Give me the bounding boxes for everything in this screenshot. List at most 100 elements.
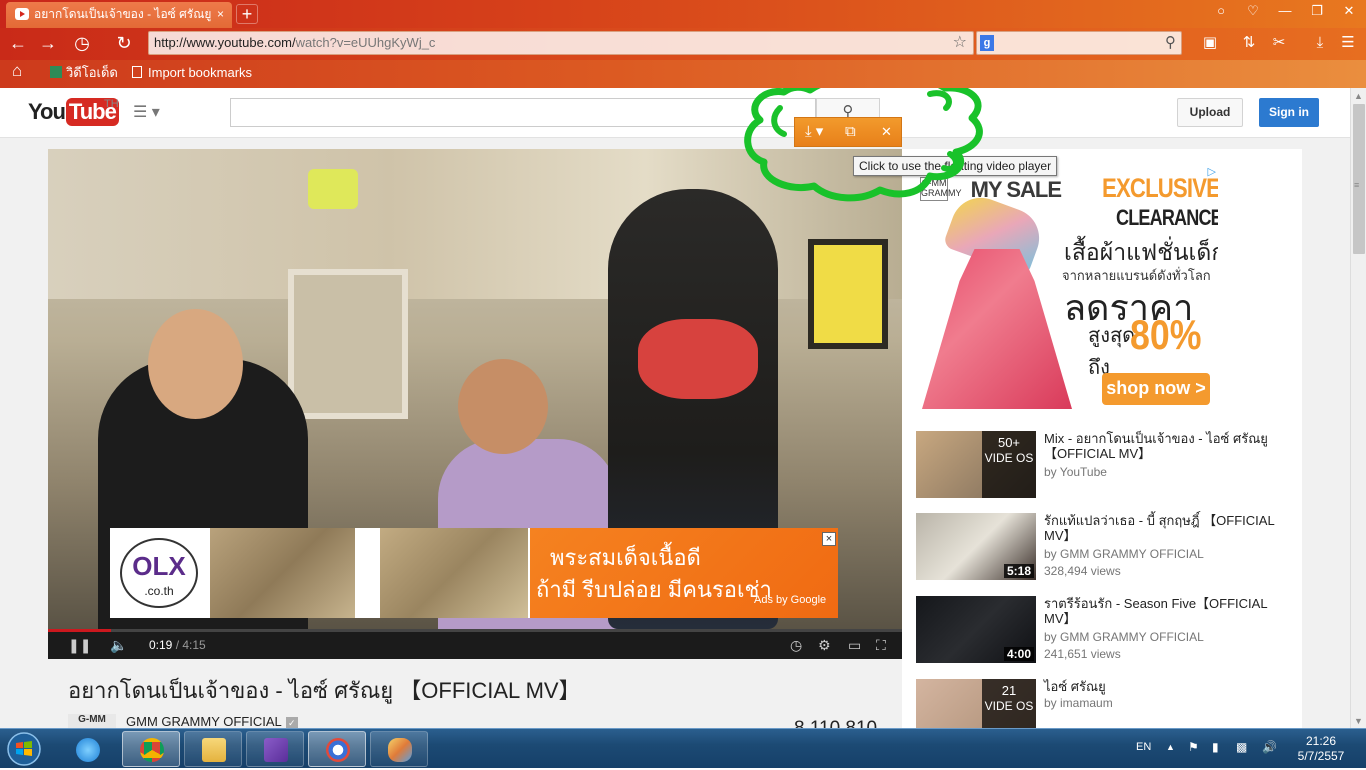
promo-sale-text: MY SALE bbox=[970, 177, 1062, 202]
volume-icon[interactable]: 🔈 bbox=[110, 636, 127, 654]
history-icon[interactable]: ◷ bbox=[70, 32, 94, 54]
visual-studio-icon bbox=[264, 738, 288, 762]
speaker-icon[interactable]: 🔊 bbox=[1262, 740, 1277, 754]
channel-avatar[interactable]: G-MM bbox=[68, 714, 116, 728]
menu-icon[interactable]: ☰ bbox=[1336, 32, 1360, 54]
show-hidden-icons-icon[interactable]: ▲ bbox=[1166, 742, 1175, 752]
download-icon[interactable]: ⤓ ▾ bbox=[805, 122, 823, 142]
related-title[interactable]: Mix - อยากโดนเป็นเจ้าของ - ไอซ์ ศรัณยู 【… bbox=[1044, 431, 1290, 461]
browser-app-icon bbox=[326, 738, 350, 762]
ads-by-google[interactable]: Ads by Google bbox=[754, 594, 826, 606]
related-video[interactable]: 4:00 ราตรีร้อนรัก - Season Five【OFFICIAL… bbox=[916, 596, 1292, 666]
video-cup bbox=[308, 169, 358, 209]
ad-line-1: พระสมเด็จเนื้อดี bbox=[550, 545, 701, 570]
download-icon[interactable]: ⤓ bbox=[1308, 32, 1332, 54]
tab-close-button[interactable]: × bbox=[217, 2, 224, 26]
flag-icon[interactable]: ⚑ bbox=[1188, 740, 1199, 754]
overlay-ad[interactable]: OLX .co.th พระสมเด็จเนื้อดี ถ้ามี รีบปล่… bbox=[110, 528, 838, 618]
settings-gear-icon[interactable]: ⚙ bbox=[818, 636, 831, 654]
taskbar-chrome[interactable] bbox=[122, 731, 180, 767]
video-player[interactable]: OLX .co.th พระสมเด็จเนื้อดี ถ้ามี รีบปล่… bbox=[48, 149, 902, 659]
back-icon[interactable]: ← bbox=[6, 32, 30, 54]
start-button[interactable] bbox=[4, 731, 48, 767]
page-content: You Tube TH ☰ ▾ ⚲ Upload Sign in OLX .co… bbox=[0, 88, 1350, 728]
taskbar-vs[interactable] bbox=[246, 731, 304, 767]
popout-icon[interactable]: ⧉ bbox=[845, 122, 856, 142]
pause-icon[interactable]: ❚❚ bbox=[68, 636, 91, 654]
page-scrollbar[interactable]: ▲ ≡ ▼ bbox=[1350, 88, 1366, 728]
taskbar-explorer[interactable] bbox=[184, 731, 242, 767]
related-title[interactable]: ราตรีร้อนรัก - Season Five【OFFICIAL MV】 bbox=[1044, 596, 1290, 626]
chat-icon[interactable]: ○ bbox=[1208, 3, 1234, 18]
related-thumbnail[interactable]: 4:00 bbox=[916, 596, 1036, 663]
taskbar-browser[interactable] bbox=[308, 731, 366, 767]
time-separator: / bbox=[172, 638, 183, 652]
related-video[interactable]: 50+ VIDE OS Mix - อยากโดนเป็นเจ้าของ - ไอ… bbox=[916, 431, 1292, 501]
playlist-count: 21 bbox=[1001, 683, 1017, 698]
forward-icon[interactable]: → bbox=[36, 32, 60, 54]
related-channel: by GMM GRAMMY OFFICIAL bbox=[1044, 547, 1204, 561]
scroll-thumb[interactable] bbox=[1353, 104, 1365, 254]
taskbar-ie[interactable] bbox=[58, 731, 116, 767]
related-video[interactable]: 5:18 รักแท้แปลว่าเธอ - บี้ สุกฤษฎิ์ 【OFF… bbox=[916, 513, 1292, 583]
ad-percent: 80% bbox=[1130, 311, 1202, 358]
scroll-down-icon[interactable]: ▼ bbox=[1354, 716, 1363, 726]
taskbar-paint[interactable] bbox=[370, 731, 428, 767]
ad-upto-line-1: สูงสุด bbox=[1088, 325, 1136, 347]
sign-in-button[interactable]: Sign in bbox=[1259, 98, 1319, 127]
google-icon[interactable]: g bbox=[980, 35, 994, 51]
related-thumbnail[interactable]: 21 VIDE OS bbox=[916, 679, 1036, 728]
system-clock[interactable]: 21:26 5/7/2557 bbox=[1290, 734, 1352, 764]
close-icon[interactable]: ✕ bbox=[881, 122, 892, 142]
network-icon[interactable]: ▩ bbox=[1236, 740, 1247, 754]
bookmark-star-icon[interactable]: ☆ bbox=[953, 32, 967, 54]
scissors-icon[interactable]: ✂ bbox=[1267, 32, 1291, 54]
home-icon[interactable]: ⌂ bbox=[12, 62, 22, 80]
search-box[interactable]: g ⚲ bbox=[976, 31, 1182, 55]
upload-button[interactable]: Upload bbox=[1177, 98, 1243, 127]
browser-tab[interactable]: อยากโดนเป็นเจ้าของ - ไอซ์ ศรัณยู × bbox=[6, 2, 232, 28]
related-thumbnail[interactable]: 5:18 bbox=[916, 513, 1036, 580]
shop-now-button[interactable]: shop now > bbox=[1102, 373, 1210, 405]
language-indicator[interactable]: EN bbox=[1136, 741, 1151, 753]
guide-menu-icon[interactable]: ☰ ▾ bbox=[133, 102, 160, 122]
skin-icon[interactable]: ♡ bbox=[1240, 3, 1266, 19]
ad-clearance: CLEARANCE bbox=[1116, 205, 1218, 230]
address-bar[interactable]: http://www.youtube.com/watch?v=eUUhgKyWj… bbox=[148, 31, 974, 55]
ad-close-button[interactable]: × bbox=[822, 532, 836, 546]
view-count: 8,110,810 bbox=[794, 718, 877, 728]
search-icon[interactable]: ⚲ bbox=[1165, 33, 1176, 51]
bookmark-import[interactable]: Import bookmarks bbox=[132, 64, 252, 82]
related-thumbnail[interactable]: 50+ VIDE OS bbox=[916, 431, 1036, 498]
sidebar-ad[interactable]: G-MM GRAMMY MY SALE ▷ EXCLUSIVE CLEARANC… bbox=[916, 163, 1218, 415]
scroll-marker-icon: ≡ bbox=[1354, 180, 1360, 190]
scroll-up-icon[interactable]: ▲ bbox=[1354, 91, 1363, 101]
reload-icon[interactable]: ↻ bbox=[112, 32, 136, 54]
channel-name[interactable]: GMM GRAMMY OFFICIAL ✓ bbox=[126, 714, 298, 728]
clock-time: 21:26 bbox=[1305, 734, 1337, 748]
video-sign bbox=[808, 239, 888, 349]
close-window-button[interactable]: ✕ bbox=[1336, 3, 1362, 19]
related-video[interactable]: 21 VIDE OS ไอซ์ ศรัณยู by imamaum bbox=[916, 679, 1292, 728]
youtube-search-input[interactable] bbox=[230, 98, 816, 127]
minimize-button[interactable]: — bbox=[1272, 3, 1298, 18]
ad-exclusive: EXCLUSIVE bbox=[1102, 173, 1218, 203]
maximize-button[interactable]: ❐ bbox=[1304, 3, 1330, 19]
new-tab-button[interactable]: + bbox=[236, 4, 258, 24]
watch-later-icon[interactable]: ◷ bbox=[790, 636, 802, 654]
url-path: watch?v=eUUhgKyWj_c bbox=[295, 35, 436, 50]
video-face-left bbox=[148, 309, 243, 419]
related-title[interactable]: รักแท้แปลว่าเธอ - บี้ สุกฤษฎิ์ 【OFFICIAL… bbox=[1044, 513, 1290, 543]
theater-mode-icon[interactable]: ▭ bbox=[848, 636, 861, 654]
folder-icon bbox=[202, 738, 226, 762]
fullscreen-icon[interactable]: ⛶ bbox=[876, 636, 886, 654]
sync-icon[interactable]: ⇅ bbox=[1237, 32, 1261, 54]
duration: 4:15 bbox=[182, 638, 206, 652]
ad-amulet-image-2 bbox=[380, 528, 528, 618]
olx-domain: .co.th bbox=[144, 584, 174, 598]
playlist-count: 50+ bbox=[997, 435, 1021, 450]
battery-icon[interactable]: ▮ bbox=[1212, 740, 1219, 754]
gift-icon[interactable]: ▣ bbox=[1198, 32, 1222, 54]
related-title[interactable]: ไอซ์ ศรัณยู bbox=[1044, 679, 1290, 694]
bookmark-video[interactable]: วิดีโอเด็ด bbox=[50, 64, 118, 82]
